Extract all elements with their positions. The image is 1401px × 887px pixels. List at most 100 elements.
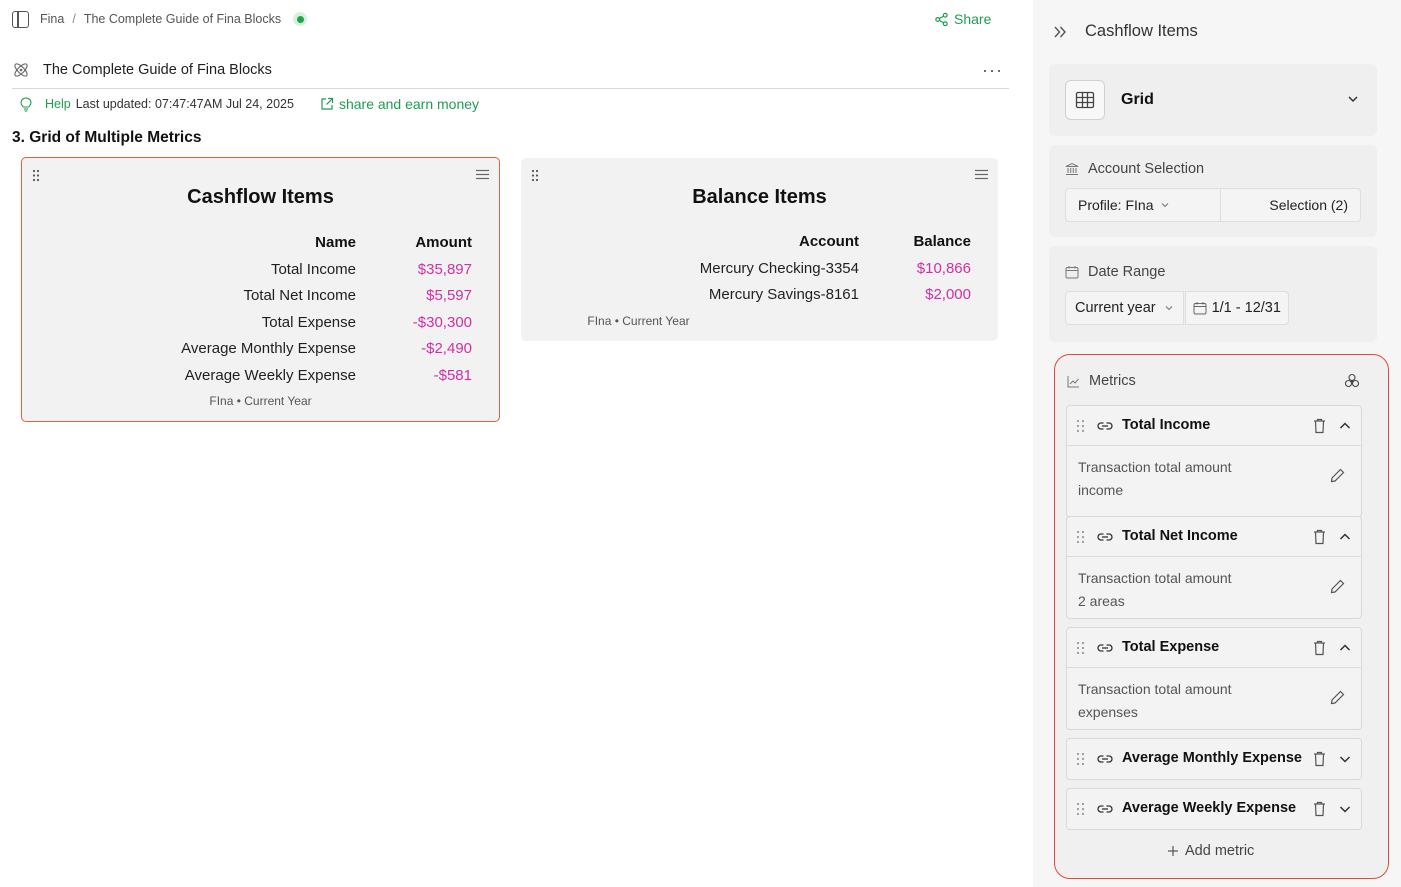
metrics-header: Metrics [1067, 373, 1136, 389]
drag-handle-icon[interactable] [1076, 802, 1085, 816]
card-title: Balance Items [692, 186, 827, 208]
balance-items-card[interactable]: Balance Items Account Balance Mercury Ch… [521, 158, 998, 341]
trash-icon[interactable] [1313, 751, 1326, 767]
hamburger-menu-icon[interactable] [975, 169, 988, 180]
chevron-up-icon[interactable] [1339, 420, 1351, 432]
plus-icon [1168, 846, 1178, 856]
metric-item: Average Weekly Expense [1066, 788, 1362, 830]
cashflow-items-card[interactable]: Cashflow Items Name Amount Total Income … [21, 157, 500, 422]
date-preset-value: Current year [1075, 300, 1156, 316]
row-value: -$2,490 [421, 340, 472, 357]
metric-description-line: Transaction total amount [1078, 681, 1232, 697]
metric-description-line: expenses [1078, 704, 1138, 720]
metric-item: Total Income Transaction total amount in… [1066, 405, 1362, 518]
help-link[interactable]: Help [45, 97, 71, 111]
calendar-icon [1193, 302, 1207, 315]
metric-description-line: Transaction total amount [1078, 570, 1232, 586]
drag-handle-icon[interactable] [1076, 752, 1085, 766]
bank-icon [1065, 162, 1079, 175]
view-type-label: Grid [1121, 91, 1154, 108]
breadcrumb-page[interactable]: The Complete Guide of Fina Blocks [84, 12, 281, 26]
metric-header[interactable]: Total Income [1067, 406, 1361, 446]
date-range-label: Date Range [1065, 264, 1165, 280]
metric-header[interactable]: Average Weekly Expense [1067, 789, 1361, 829]
chevron-down-icon[interactable] [1339, 753, 1351, 765]
card-footer: FIna • Current Year [587, 314, 690, 328]
metric-item: Total Net Income Transaction total amoun… [1066, 516, 1362, 619]
chevron-down-icon [1348, 96, 1358, 103]
chevron-down-icon [1165, 306, 1172, 311]
metric-name: Average Weekly Expense [1122, 800, 1297, 816]
panel-title: Cashflow Items [1085, 22, 1198, 40]
chevron-up-icon[interactable] [1339, 642, 1351, 654]
chevron-up-icon[interactable] [1339, 531, 1351, 543]
metrics-settings-icon[interactable] [1344, 373, 1360, 389]
profile-value: Profile: FIna [1078, 197, 1154, 213]
profile-select[interactable]: Profile: FIna [1066, 189, 1221, 221]
more-options-icon[interactable]: ··· [982, 60, 1003, 81]
pencil-icon[interactable] [1330, 690, 1345, 705]
row-value: $5,597 [426, 287, 472, 304]
card-title: Cashflow Items [187, 186, 334, 208]
hamburger-menu-icon[interactable] [476, 169, 489, 180]
table-row: Total Income $35,897 [22, 261, 472, 281]
date-preset-select[interactable]: Current year [1065, 291, 1184, 325]
share-button[interactable]: Share [934, 11, 991, 27]
metric-header[interactable]: Total Net Income [1067, 517, 1361, 557]
trash-icon[interactable] [1313, 418, 1326, 434]
account-selection-button[interactable]: Selection (2) [1221, 189, 1360, 221]
section-heading: 3. Grid of Multiple Metrics [12, 129, 202, 146]
metric-description: Transaction total amount 2 areas [1078, 567, 1308, 613]
column-header: Name [315, 234, 356, 251]
trash-icon[interactable] [1313, 640, 1326, 656]
row-name: Total Net Income [243, 287, 356, 304]
chevron-down-icon [1162, 203, 1169, 208]
table-row: Total Net Income $5,597 [22, 287, 472, 307]
calendar-icon [1065, 266, 1079, 279]
account-selection-controls: Profile: FIna Selection (2) [1065, 188, 1361, 222]
link-icon [1097, 533, 1113, 541]
metric-header[interactable]: Total Expense [1067, 628, 1361, 668]
account-selection-label: Account Selection [1065, 161, 1204, 177]
date-range-value: 1/1 - 12/31 [1211, 300, 1281, 316]
row-name: Average Weekly Expense [184, 367, 356, 384]
account-selection-section: Account Selection Profile: FIna Selectio… [1049, 145, 1377, 237]
metric-name: Total Net Income [1122, 528, 1238, 544]
link-icon [1097, 422, 1113, 430]
sidebar-toggle-icon[interactable] [12, 11, 29, 28]
grid-icon [1065, 80, 1105, 120]
share-earn-link[interactable]: share and earn money [320, 96, 479, 112]
doc-title-row: The Complete Guide of Fina Blocks ··· [12, 58, 1009, 89]
breadcrumb-separator: / [72, 12, 76, 26]
line-chart-icon [1067, 375, 1079, 387]
metrics-label: Metrics [1089, 373, 1136, 389]
metric-item: Total Expense Transaction total amount e… [1066, 627, 1362, 730]
pencil-icon[interactable] [1330, 468, 1345, 483]
add-metric-label: Add metric [1185, 843, 1255, 859]
view-type-select[interactable]: Grid [1049, 64, 1377, 136]
pencil-icon[interactable] [1330, 579, 1345, 594]
date-range-picker[interactable]: 1/1 - 12/31 [1184, 291, 1289, 325]
drag-handle-icon[interactable] [1076, 419, 1085, 433]
drag-handle-icon[interactable] [531, 169, 539, 182]
add-metric-button[interactable]: Add metric [1167, 843, 1254, 859]
link-icon [1097, 755, 1113, 763]
metric-description-line: 2 areas [1078, 593, 1125, 609]
table-header-row: Name Amount [22, 234, 472, 254]
drag-handle-icon[interactable] [32, 169, 40, 182]
breadcrumb-root[interactable]: Fina [40, 12, 64, 26]
lightbulb-icon [20, 96, 32, 112]
last-updated-text: Last updated: 07:47:47AM Jul 24, 2025 [75, 97, 294, 111]
row-value: -$581 [433, 367, 472, 384]
drag-handle-icon[interactable] [1076, 530, 1085, 544]
metrics-section: Metrics Total Income Transaction total a… [1054, 354, 1389, 879]
metric-header[interactable]: Average Monthly Expense [1067, 739, 1361, 779]
row-value: $10,866 [916, 260, 971, 277]
page-title: The Complete Guide of Fina Blocks [43, 62, 272, 78]
drag-handle-icon[interactable] [1076, 641, 1085, 655]
trash-icon[interactable] [1313, 529, 1326, 545]
trash-icon[interactable] [1313, 801, 1326, 817]
chevron-down-icon[interactable] [1339, 803, 1351, 815]
share-icon [935, 12, 948, 26]
collapse-panel-icon[interactable] [1053, 25, 1067, 39]
